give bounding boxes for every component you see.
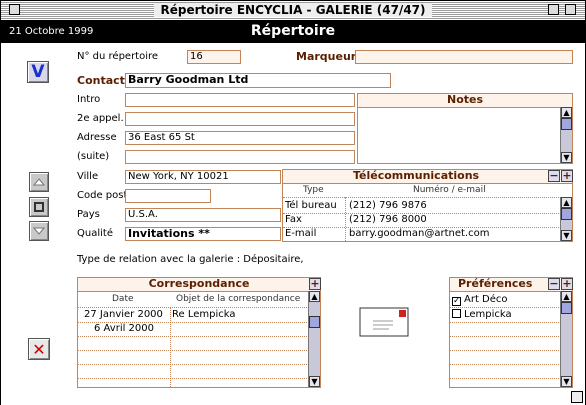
remove-preference-minus-icon[interactable]: − [548,278,560,290]
suite-label: (suite) [77,151,110,162]
telecom-type: E-mail [285,228,317,239]
next-record-button[interactable] [29,221,49,241]
telecom-value: barry.goodman@artnet.com [349,228,490,239]
correspondance-objet: Re Lempicka [172,309,236,320]
ville-field[interactable]: New York, NY 10021 [125,170,281,184]
pays-label: Pays [77,209,100,220]
window-title: Répertoire ENCYCLIA - GALERIE (47/47) [154,3,432,17]
correspondance-date: 27 Janvier 2000 [84,309,163,320]
checkbox-unchecked-icon[interactable] [452,309,461,318]
preference-label: Lempicka [464,309,512,320]
main-content: V ✕ N° du répertoire 16 Marqueur Contact… [1,43,585,405]
codepost-label: Code post. [77,190,131,201]
scroll-down-icon[interactable]: ▼ [561,152,572,163]
preferences-panel: Préférences − + ✓ Art Déco Lempicka ▲ ▼ [449,277,573,388]
telecom-value: (212) 796 9876 [349,200,427,211]
adresse-field[interactable]: 36 East 65 St [125,131,355,145]
notes-title: Notes [358,94,572,108]
appel-field[interactable] [125,112,355,126]
notes-textarea[interactable] [358,107,559,163]
telecom-panel: Télécommunications − + Type Numéro / e-m… [282,169,573,242]
scroll-down-icon[interactable]: ▼ [561,230,572,241]
marqueur-label: Marqueur [296,50,357,63]
envelope-icon[interactable] [359,307,409,337]
scroll-down-icon[interactable]: ▼ [561,376,572,387]
app-window: Répertoire ENCYCLIA - GALERIE (47/47) 21… [0,0,586,405]
current-record-button[interactable] [29,197,49,217]
scroll-thumb[interactable] [561,208,572,220]
telecom-type: Fax [285,214,302,225]
scroll-up-icon[interactable]: ▲ [561,197,572,208]
collapse-box-icon[interactable] [565,4,576,15]
scroll-thumb[interactable] [561,118,572,130]
nav-button[interactable]: V [27,61,49,83]
telecom-row[interactable]: E-mail barry.goodman@artnet.com [285,228,555,240]
correspondance-col-objet: Objet de la correspondance [176,294,301,304]
correspondance-row[interactable]: 6 Avril 2000 [80,323,306,335]
telecom-title: Télécommunications [353,169,480,182]
scroll-up-icon[interactable]: ▲ [561,291,572,302]
intro-label: Intro [77,94,101,105]
suite-field[interactable] [125,150,355,164]
telecom-col-numero: Numéro / e-mail [413,185,486,195]
scroll-down-icon[interactable]: ▼ [309,376,320,387]
ville-label: Ville [77,171,99,182]
add-preference-plus-icon[interactable]: + [561,278,573,290]
add-correspondance-plus-icon[interactable]: + [309,278,321,290]
pays-field[interactable]: U.S.A. [125,208,281,222]
delete-x-icon: ✕ [32,339,46,359]
repertoire-label: N° du répertoire [77,51,159,62]
arrow-down-icon [33,227,45,235]
preference-label: Art Déco [464,294,508,305]
scroll-up-icon[interactable]: ▲ [561,107,572,118]
telecom-col-type: Type [303,185,324,195]
contact-label: Contact [77,74,125,87]
repertoire-field[interactable]: 16 [187,50,241,64]
correspondance-scrollbar[interactable]: ▲ ▼ [308,291,320,387]
contact-field[interactable]: Barry Goodman Ltd [125,73,391,88]
appel-label: 2e appel. [77,113,124,124]
adresse-label: Adresse [77,132,117,143]
correspondance-col-date: Date [112,294,134,304]
title-bar[interactable]: Répertoire ENCYCLIA - GALERIE (47/47) [1,1,585,21]
intro-field[interactable] [125,93,355,107]
telecom-row[interactable]: Fax (212) 796 8000 [285,214,555,226]
telecom-value: (212) 796 8000 [349,214,427,225]
qualite-label: Qualité [77,228,113,239]
zoom-box-icon[interactable] [548,4,559,15]
marqueur-field[interactable] [355,50,573,64]
arrow-up-icon [33,178,45,186]
chevron-v-icon: V [31,62,45,82]
remove-telecom-minus-icon[interactable]: − [548,170,560,182]
telecom-row[interactable]: Tél bureau (212) 796 9876 [285,200,555,212]
add-telecom-plus-icon[interactable]: + [561,170,573,182]
codepost-field[interactable] [125,189,211,203]
scroll-up-icon[interactable]: ▲ [309,291,320,302]
correspondance-panel: Correspondance + Date Objet de la corres… [77,277,321,388]
previous-record-button[interactable] [29,172,49,192]
header-bar: 21 Octobre 1999 Répertoire [1,21,585,43]
relation-text: Type de relation avec la galerie : Dépos… [77,254,304,265]
preferences-scrollbar[interactable]: ▲ ▼ [560,291,572,387]
scroll-thumb[interactable] [561,302,572,314]
square-icon [34,202,44,212]
qualite-field[interactable]: Invitations ** [125,227,281,241]
correspondance-title: Correspondance [148,277,250,290]
telecom-scrollbar[interactable]: ▲ ▼ [560,197,572,241]
page-title: Répertoire [250,23,336,39]
correspondance-row[interactable]: 27 Janvier 2000 Re Lempicka [80,309,306,321]
notes-scrollbar[interactable]: ▲ ▼ [560,107,572,163]
notes-panel: Notes ▲ ▼ [357,93,573,164]
preference-item[interactable]: Lempicka [452,309,556,321]
delete-button[interactable]: ✕ [28,338,50,360]
preference-item[interactable]: ✓ Art Déco [452,294,556,306]
scroll-thumb[interactable] [309,316,320,328]
checkbox-checked-icon[interactable]: ✓ [452,297,461,306]
correspondance-date: 6 Avril 2000 [94,323,155,334]
preferences-title: Préférences [458,277,533,290]
resize-grip-icon[interactable] [571,391,583,403]
telecom-type: Tél bureau [285,200,337,211]
